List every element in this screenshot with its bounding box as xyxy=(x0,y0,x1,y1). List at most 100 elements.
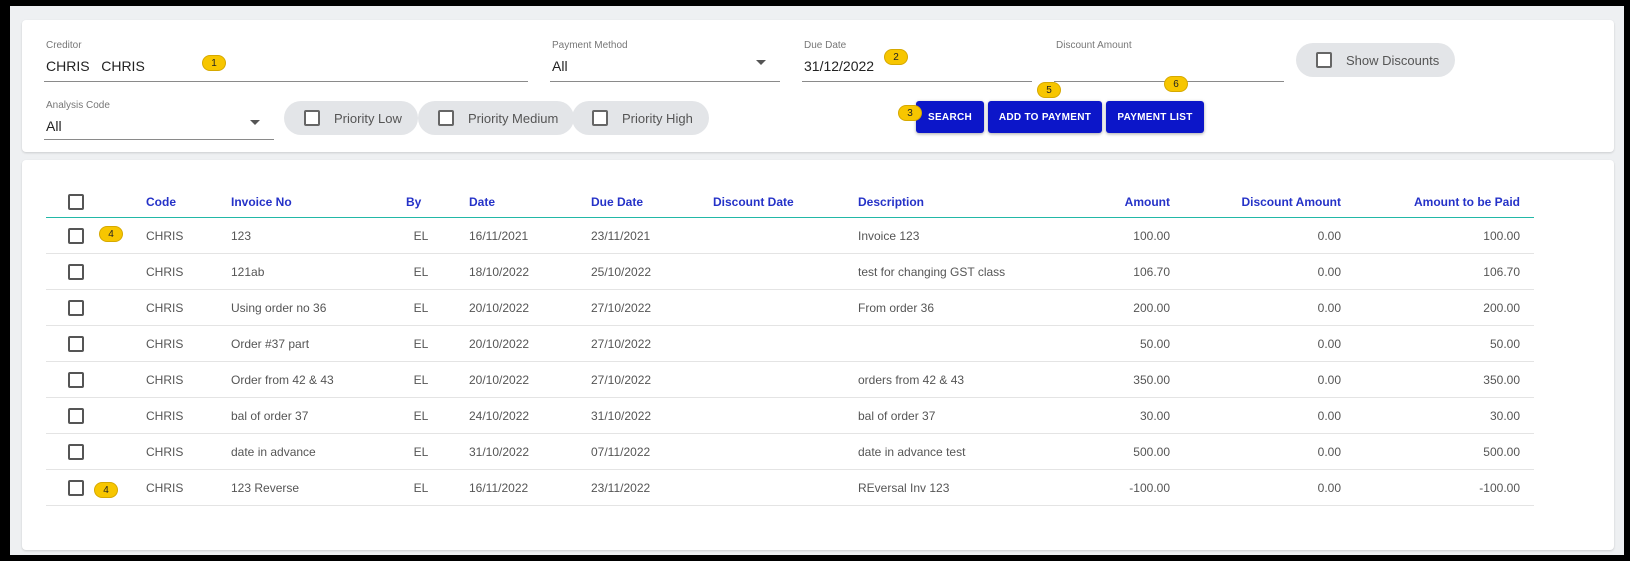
cell-by: EL xyxy=(413,228,429,243)
row-select-cell xyxy=(46,362,106,397)
row-select-cell xyxy=(46,326,106,361)
cell-amount: 100.00 xyxy=(1133,228,1170,243)
annotation-badge-1: 1 xyxy=(203,56,225,70)
header-discount-amount[interactable]: Discount Amount xyxy=(1216,186,1341,217)
cell-invoice-no: Order from 42 & 43 xyxy=(231,372,334,387)
row-select-cell xyxy=(46,254,106,289)
row-select-cell xyxy=(46,398,106,433)
search-button[interactable]: SEARCH xyxy=(916,101,984,133)
cell-date: 18/10/2022 xyxy=(469,264,530,279)
cell-invoice-no: 123 Reverse xyxy=(231,480,300,495)
table-row[interactable]: CHRIS 123 EL 16/11/2021 23/11/2021 Invoice 12… xyxy=(46,218,1534,254)
header-by[interactable]: By xyxy=(406,186,436,217)
cell-date: 24/10/2022 xyxy=(469,408,530,423)
row-checkbox[interactable] xyxy=(68,299,84,316)
table-row[interactable]: CHRIS Using order no 36 EL 20/10/2022 27/10/… xyxy=(46,290,1534,326)
cell-description: bal of order 37 xyxy=(858,408,936,423)
header-description[interactable]: Description xyxy=(858,186,1018,217)
creditor-field[interactable]: Creditor CHRIS CHRIS xyxy=(44,40,528,82)
checkbox-icon xyxy=(1316,52,1332,68)
cell-amount: -100.00 xyxy=(1129,480,1170,495)
cell-discount-date xyxy=(713,326,823,361)
cell-due-date: 31/10/2022 xyxy=(591,408,652,423)
analysis-code-label: Analysis Code xyxy=(46,100,110,111)
due-date-value: 31/12/2022 xyxy=(804,58,875,74)
header-discount-date[interactable]: Discount Date xyxy=(713,186,823,217)
row-checkbox[interactable] xyxy=(68,263,84,280)
cell-code: CHRIS xyxy=(146,264,184,279)
cell-date: 31/10/2022 xyxy=(469,444,530,459)
cell-discount-date xyxy=(713,434,823,469)
cell-by: EL xyxy=(413,264,429,279)
due-date-label: Due Date xyxy=(804,40,847,51)
payment-method-label: Payment Method xyxy=(552,40,628,51)
cell-due-date: 27/10/2022 xyxy=(591,300,652,315)
select-all-checkbox[interactable] xyxy=(68,193,84,210)
cell-amount-to-be-paid: 106.70 xyxy=(1483,264,1520,279)
cell-due-date: 27/10/2022 xyxy=(591,336,652,351)
discount-amount-label: Discount Amount xyxy=(1056,40,1132,51)
table-row[interactable]: CHRIS Order #37 part EL 20/10/2022 27/10/202… xyxy=(46,326,1534,362)
row-checkbox[interactable] xyxy=(68,335,84,352)
table-row[interactable]: CHRIS Order from 42 & 43 EL 20/10/2022 27/10… xyxy=(46,362,1534,398)
show-discounts-label: Show Discounts xyxy=(1346,52,1440,68)
cell-amount: 106.70 xyxy=(1133,264,1170,279)
cell-discount-amount: 0.00 xyxy=(1317,444,1341,459)
dropdown-caret-icon xyxy=(250,120,260,125)
table-row[interactable]: CHRIS 123 Reverse EL 16/11/2022 23/11/2022 RE… xyxy=(46,470,1534,506)
table-row[interactable]: CHRIS bal of order 37 EL 24/10/2022 31/10/20… xyxy=(46,398,1534,434)
header-due-date[interactable]: Due Date xyxy=(591,186,681,217)
cell-amount-to-be-paid: 350.00 xyxy=(1483,372,1520,387)
table-row[interactable]: CHRIS date in advance EL 31/10/2022 07/11/20… xyxy=(46,434,1534,470)
header-code[interactable]: Code xyxy=(146,186,226,217)
cell-discount-amount: 0.00 xyxy=(1317,264,1341,279)
row-checkbox[interactable] xyxy=(68,443,84,460)
filter-panel: Creditor CHRIS CHRIS 1 Payment Method Al… xyxy=(22,20,1614,152)
annotation-badge-3: 3 xyxy=(899,106,921,120)
header-amount-to-be-paid[interactable]: Amount to be Paid xyxy=(1376,186,1520,217)
header-date[interactable]: Date xyxy=(469,186,549,217)
cell-code: CHRIS xyxy=(146,336,184,351)
payment-list-button[interactable]: PAYMENT LIST xyxy=(1106,101,1204,133)
analysis-code-select[interactable]: Analysis Code All xyxy=(44,100,274,140)
show-discounts-toggle[interactable]: Show Discounts xyxy=(1296,43,1456,77)
cell-description: Invoice 123 xyxy=(858,228,920,243)
annotation-badge-4: 4 xyxy=(100,227,122,241)
cell-amount-to-be-paid: 100.00 xyxy=(1483,228,1520,243)
cell-description: REversal Inv 123 xyxy=(858,480,950,495)
cell-amount-to-be-paid: 200.00 xyxy=(1483,300,1520,315)
row-checkbox[interactable] xyxy=(68,227,84,244)
cell-discount-amount: 0.00 xyxy=(1317,300,1341,315)
due-date-field[interactable]: Due Date 31/12/2022 xyxy=(802,40,1032,82)
cell-due-date: 27/10/2022 xyxy=(591,372,652,387)
header-invoice-no[interactable]: Invoice No xyxy=(231,186,391,217)
priority-medium-toggle[interactable]: Priority Medium xyxy=(418,101,575,135)
cell-amount-to-be-paid: 30.00 xyxy=(1489,408,1520,423)
header-amount[interactable]: Amount xyxy=(1056,186,1170,217)
cell-invoice-no: Order #37 part xyxy=(231,336,310,351)
row-select-cell xyxy=(46,290,106,325)
row-checkbox[interactable] xyxy=(68,479,84,496)
discount-amount-field[interactable]: Discount Amount xyxy=(1054,40,1284,82)
cell-date: 16/11/2021 xyxy=(469,228,529,243)
cell-discount-amount: 0.00 xyxy=(1317,372,1341,387)
creditor-label: Creditor xyxy=(46,40,82,51)
invoice-table: Code Invoice No By Date Due Date Discoun… xyxy=(22,160,1614,550)
row-checkbox[interactable] xyxy=(68,407,84,424)
add-to-payment-button[interactable]: ADD TO PAYMENT xyxy=(988,101,1102,133)
cell-due-date: 23/11/2021 xyxy=(591,228,651,243)
cell-date: 20/10/2022 xyxy=(469,372,530,387)
table-row[interactable]: CHRIS 121ab EL 18/10/2022 25/10/2022 test for… xyxy=(46,254,1534,290)
row-checkbox[interactable] xyxy=(68,371,84,388)
cell-by: EL xyxy=(413,372,429,387)
payment-method-select[interactable]: Payment Method All xyxy=(550,40,780,82)
priority-low-toggle[interactable]: Priority Low xyxy=(284,101,418,135)
priority-high-label: Priority High xyxy=(622,110,693,126)
cell-amount: 500.00 xyxy=(1133,444,1170,459)
cell-discount-date xyxy=(713,398,823,433)
priority-high-toggle[interactable]: Priority High xyxy=(572,101,709,135)
cell-amount-to-be-paid: 500.00 xyxy=(1483,444,1520,459)
annotation-badge-6: 6 xyxy=(1165,77,1187,91)
priority-medium-label: Priority Medium xyxy=(468,110,559,126)
row-select-cell xyxy=(46,434,106,469)
